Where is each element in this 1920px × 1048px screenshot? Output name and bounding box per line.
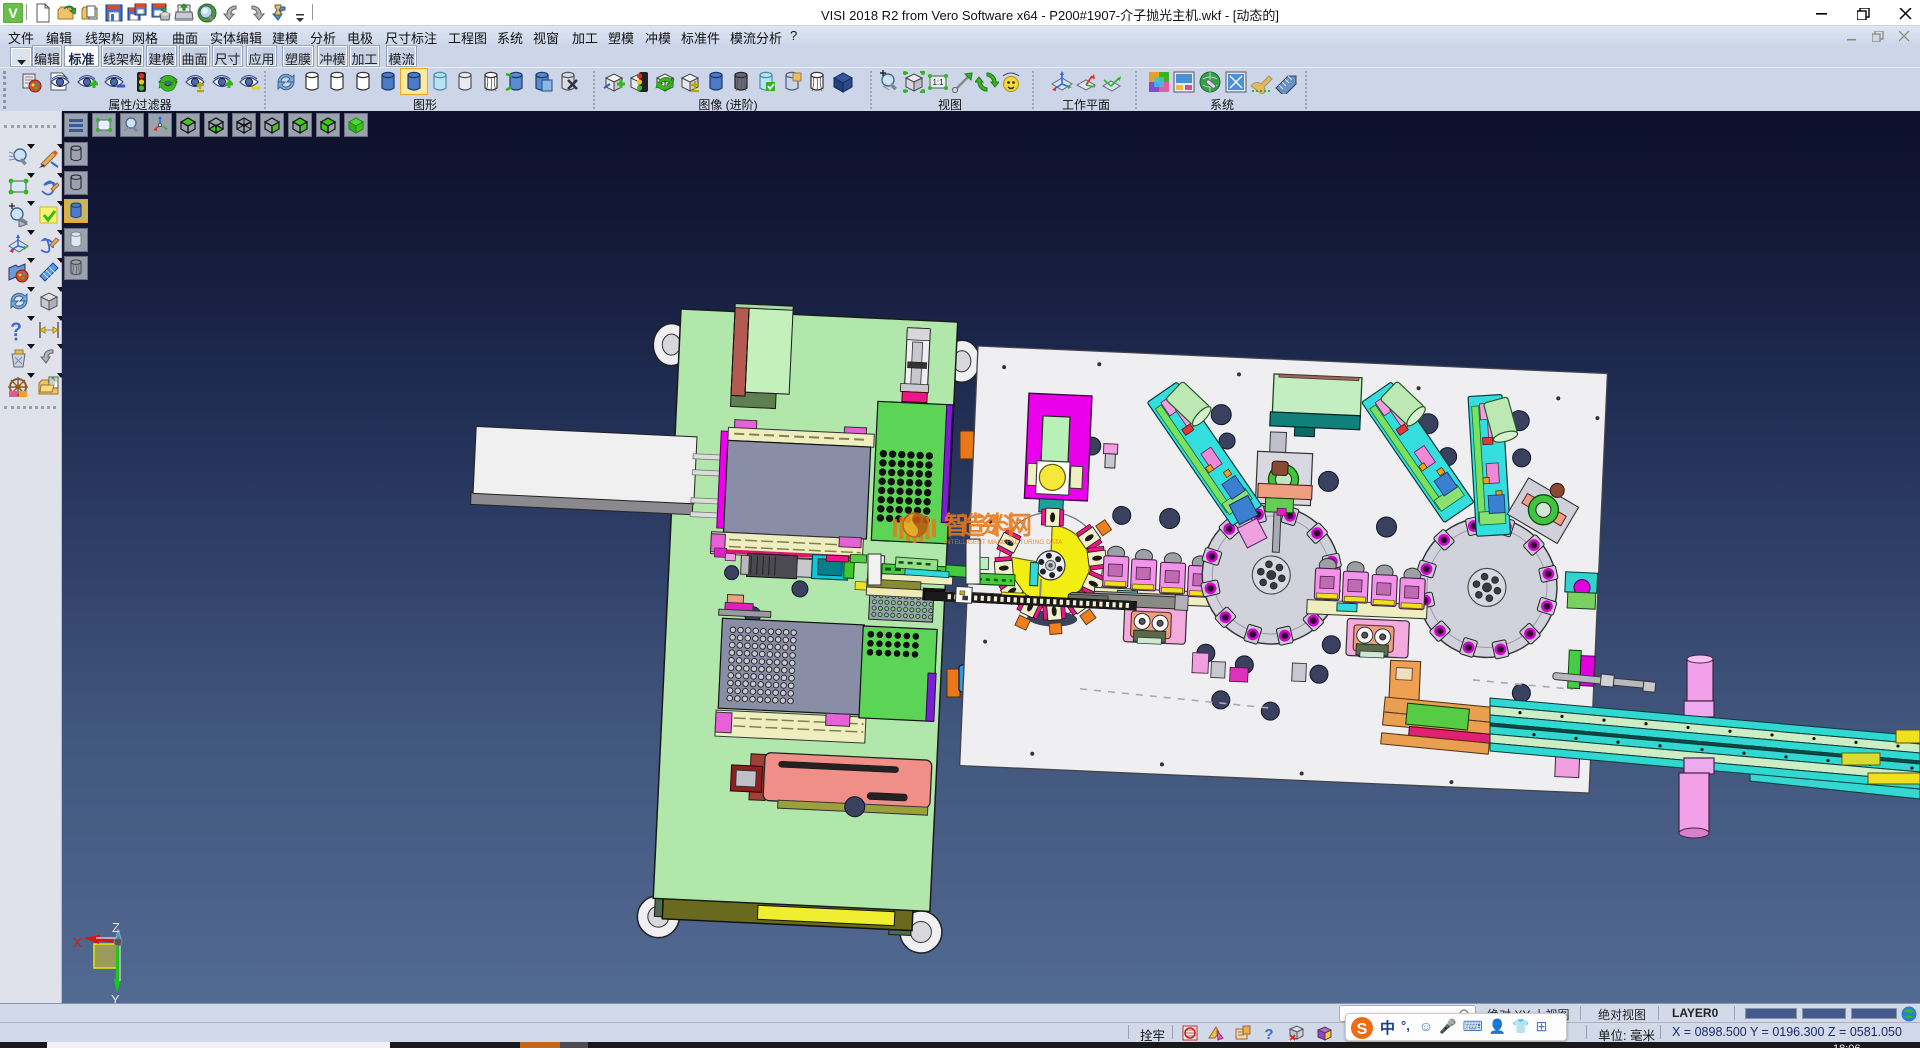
svg-text:S: S bbox=[1357, 1021, 1368, 1038]
svg-text:X: X bbox=[73, 935, 82, 950]
svg-text:?: ? bbox=[1264, 1026, 1273, 1041]
svg-text:Z: Z bbox=[112, 920, 120, 935]
svg-text:智造资料网: 智造资料网 bbox=[944, 511, 1032, 540]
svg-text:Y: Y bbox=[111, 992, 120, 1003]
svg-text:1:1: 1:1 bbox=[932, 78, 944, 87]
svg-text:INTELLIGENT MANUFACTURING DATA: INTELLIGENT MANUFACTURING DATA bbox=[944, 539, 1063, 546]
svg-text:V: V bbox=[8, 5, 18, 21]
